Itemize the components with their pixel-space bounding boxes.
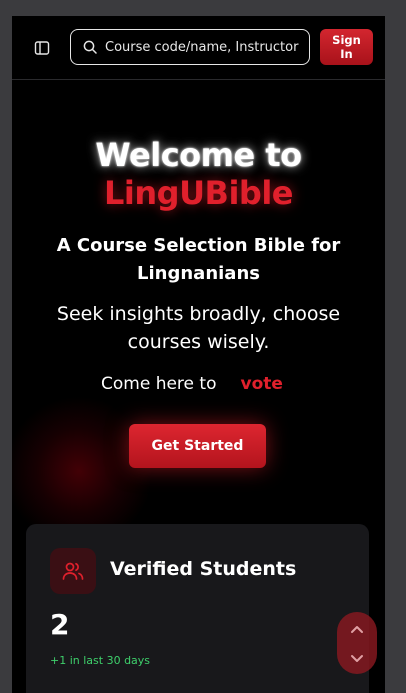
sign-in-button[interactable]: Sign In bbox=[320, 29, 373, 65]
users-icon-tile bbox=[50, 548, 96, 594]
window-scrollbar[interactable] bbox=[385, 16, 406, 693]
search-input[interactable] bbox=[103, 38, 307, 56]
hero-subtitle: A Course Selection Bible for Lingnanians bbox=[56, 235, 341, 284]
verified-students-card: Verified Students 2 +1 in last 30 days bbox=[26, 524, 369, 693]
hero-title-brand: LingUBible bbox=[104, 174, 293, 212]
vote-word: vote bbox=[240, 374, 283, 394]
vote-prefix: Come here to bbox=[101, 374, 217, 394]
vote-line: Come here to vote bbox=[101, 374, 283, 394]
stat-delta: +1 in last 30 days bbox=[50, 654, 151, 667]
sidebar-toggle-button[interactable] bbox=[32, 38, 52, 58]
stat-value: 2 bbox=[50, 608, 70, 641]
hero-title: Welcome to LingUBible bbox=[12, 136, 385, 212]
scroll-down-button[interactable] bbox=[337, 644, 377, 674]
app-viewport: Sign In Welcome to LingUBible A Course S… bbox=[12, 16, 385, 693]
get-started-button[interactable]: Get Started bbox=[129, 424, 266, 468]
scroll-up-button[interactable] bbox=[337, 614, 377, 644]
users-icon bbox=[62, 562, 84, 580]
hero-title-line1: Welcome to bbox=[95, 136, 302, 174]
scroll-controls bbox=[337, 612, 377, 674]
search-icon bbox=[83, 40, 97, 54]
hero-tagline: Seek insights broadly, choose courses wi… bbox=[56, 303, 341, 353]
stat-title: Verified Students bbox=[110, 558, 297, 580]
top-bar: Sign In bbox=[12, 16, 385, 80]
chevron-down-icon bbox=[351, 655, 363, 662]
search-box[interactable] bbox=[70, 29, 310, 65]
sidebar-toggle-icon bbox=[34, 41, 50, 55]
chevron-up-icon bbox=[351, 626, 363, 633]
